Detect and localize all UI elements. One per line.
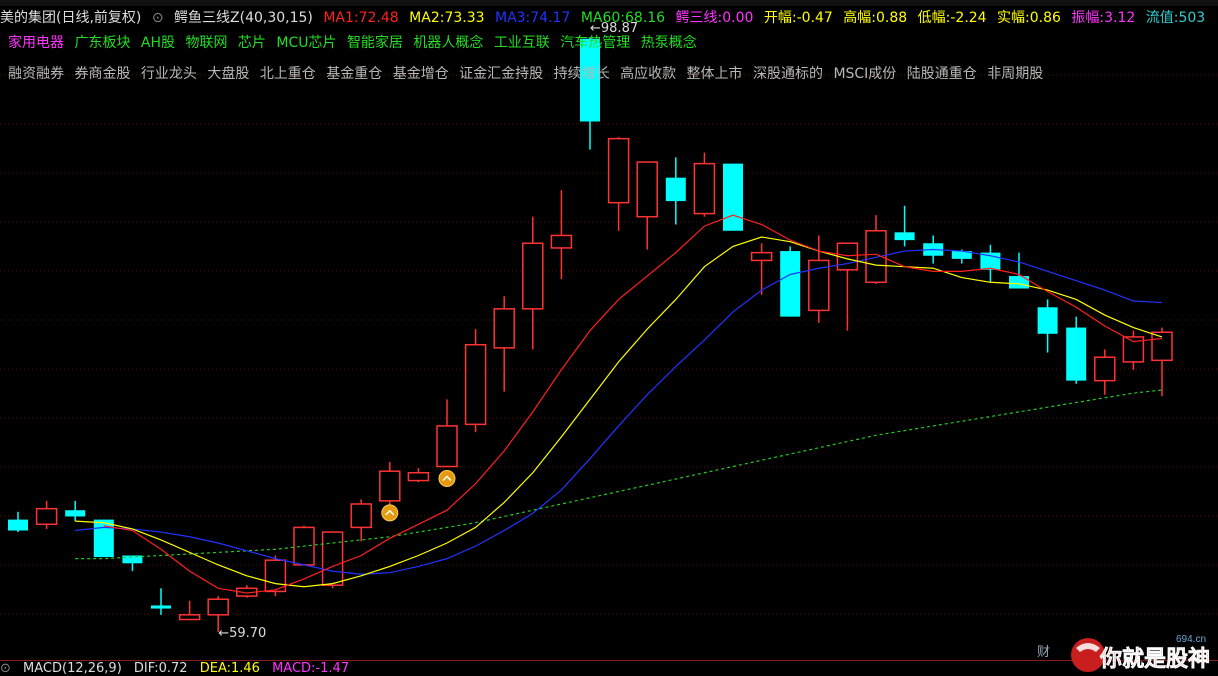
concept-tag[interactable]: MCU芯片 bbox=[276, 35, 336, 51]
feature-tag[interactable]: 融资融券 bbox=[8, 66, 64, 82]
stock-title[interactable]: 美的集团(日线,前复权) bbox=[0, 10, 141, 26]
feature-tags: 融资融券 券商金股 行业龙头 大盘股 北上重仓 基金重仓 基金增仓 证金汇金持股… bbox=[8, 64, 1049, 84]
candle-body-down bbox=[93, 519, 114, 558]
candle-body-up bbox=[407, 472, 430, 482]
candle-body-up bbox=[207, 598, 229, 616]
candle-body-up bbox=[1094, 356, 1116, 382]
concept-tag[interactable]: 机器人概念 bbox=[413, 35, 483, 51]
concept-tags: 家用电器 广东板块 AH股 物联网 芯片 MCU芯片 智能家居 机器人概念 工业… bbox=[8, 33, 703, 53]
candle-body-up bbox=[321, 531, 344, 586]
feature-tag[interactable]: 基金增仓 bbox=[393, 66, 449, 82]
feature-tag[interactable]: 整体上市 bbox=[687, 66, 743, 82]
stock-header: 美的集团(日线,前复权) ⊙ 鳄鱼三线Z(40,30,15) MA1:72.48… bbox=[0, 8, 1218, 28]
feature-tag[interactable]: 行业龙头 bbox=[141, 66, 197, 82]
feature-tag[interactable]: 非周期股 bbox=[987, 66, 1043, 82]
feature-tag[interactable]: 券商金股 bbox=[74, 66, 130, 82]
feature-tag[interactable]: 证金汇金持股 bbox=[459, 66, 543, 82]
collapse-icon[interactable]: ⊙ bbox=[0, 661, 11, 676]
finance-icon[interactable]: 财 bbox=[1037, 641, 1050, 660]
amp-readout: 振幅:3.12 bbox=[1071, 10, 1136, 26]
watermark-brand: 你就是股神 bbox=[1099, 646, 1210, 672]
candle-body-up bbox=[35, 507, 58, 526]
macd-panel-header: ⊙ MACD(12,26,9) DIF:0.72 DEA:1.46 MACD:-… bbox=[0, 660, 1218, 676]
candle-body-down bbox=[151, 605, 171, 609]
ma2-readout: MA2:73.33 bbox=[409, 10, 485, 26]
concept-tag[interactable]: 汽车热管理 bbox=[560, 35, 630, 51]
candle-body-up bbox=[522, 242, 544, 310]
low-readout: 低幅:-2.24 bbox=[917, 10, 987, 26]
candle-body-up bbox=[865, 230, 887, 284]
candlestick-chart: ←59.70←98.87 bbox=[0, 21, 1218, 641]
concept-tag[interactable]: 家用电器 bbox=[8, 35, 64, 51]
dropdown-icon[interactable]: ⊙ bbox=[152, 10, 164, 26]
high-readout: 高幅:0.88 bbox=[843, 10, 908, 26]
candle-body-down bbox=[894, 232, 915, 241]
feature-tag[interactable]: MSCI成份 bbox=[833, 66, 896, 82]
ma3-line bbox=[75, 248, 1163, 575]
ma1-readout: MA1:72.48 bbox=[323, 10, 399, 26]
candle-body-up bbox=[550, 234, 573, 249]
ma60-line bbox=[75, 389, 1163, 560]
crocodile-readout: 鳄三线:0.00 bbox=[675, 10, 754, 26]
candle-body-down bbox=[1066, 327, 1087, 381]
candle-body-down bbox=[665, 177, 686, 202]
feature-tag[interactable]: 深股通标的 bbox=[753, 66, 823, 82]
concept-tag[interactable]: 芯片 bbox=[238, 35, 266, 51]
concept-tag[interactable]: 物联网 bbox=[185, 35, 227, 51]
watermark-site: 694.cn bbox=[1176, 634, 1206, 645]
candle-body-up bbox=[636, 161, 658, 218]
concept-tag[interactable]: 热泵概念 bbox=[641, 35, 697, 51]
candle-body-up bbox=[493, 308, 515, 349]
concept-tag[interactable]: 工业互联 bbox=[494, 35, 550, 51]
candle-body-up bbox=[693, 162, 716, 215]
candle-body-down bbox=[1009, 276, 1029, 289]
candle-body-down bbox=[122, 555, 143, 564]
real-readout: 实幅:0.86 bbox=[997, 10, 1061, 26]
dea-readout: DEA:1.46 bbox=[199, 661, 260, 676]
candle-body-down bbox=[65, 510, 86, 517]
candle-body-up bbox=[350, 503, 372, 529]
indicator-name[interactable]: 鳄鱼三线Z(40,30,15) bbox=[174, 10, 313, 26]
concept-tag[interactable]: 智能家居 bbox=[347, 35, 403, 51]
open-readout: 开幅:-0.47 bbox=[763, 10, 833, 26]
float-readout: 流值:503 bbox=[1145, 10, 1206, 26]
concept-tag[interactable]: AH股 bbox=[141, 35, 175, 51]
candle-body-down bbox=[8, 519, 28, 531]
feature-tag[interactable]: 陆股通重仓 bbox=[907, 66, 977, 82]
dif-readout: DIF:0.72 bbox=[133, 661, 188, 676]
feature-tag[interactable]: 基金重仓 bbox=[326, 66, 382, 82]
ma1-line bbox=[103, 214, 1163, 594]
macd-readout: MACD:-1.47 bbox=[272, 661, 350, 676]
ma2-line bbox=[75, 236, 1163, 588]
buy-signal-icon bbox=[438, 470, 456, 488]
candle-body-up bbox=[464, 343, 487, 426]
candle-body-up bbox=[436, 425, 458, 468]
candle-body-up bbox=[607, 137, 630, 204]
feature-tag[interactable]: 北上重仓 bbox=[260, 66, 316, 82]
low-price-label: ←59.70 bbox=[218, 626, 266, 641]
concept-tag[interactable]: 广东板块 bbox=[74, 35, 130, 51]
candle-body-down bbox=[723, 163, 743, 231]
ma3-readout: MA3:74.17 bbox=[494, 10, 571, 26]
candle-body-down bbox=[1037, 307, 1058, 334]
watermark-logo: 694.cn 你就是股神 bbox=[1071, 634, 1210, 672]
buy-signal-icon bbox=[381, 504, 399, 522]
candle-body-up bbox=[379, 470, 401, 502]
macd-label[interactable]: MACD(12,26,9) bbox=[23, 661, 122, 676]
feature-tag[interactable]: 高应收款 bbox=[620, 66, 676, 82]
candle-body-up bbox=[750, 251, 773, 262]
candle-body-down bbox=[780, 251, 801, 317]
feature-tag[interactable]: 持续增长 bbox=[554, 66, 610, 82]
candle-body-up bbox=[178, 614, 201, 621]
feature-tag[interactable]: 大盘股 bbox=[207, 66, 249, 82]
ma60-readout: MA60:68.16 bbox=[580, 10, 666, 26]
